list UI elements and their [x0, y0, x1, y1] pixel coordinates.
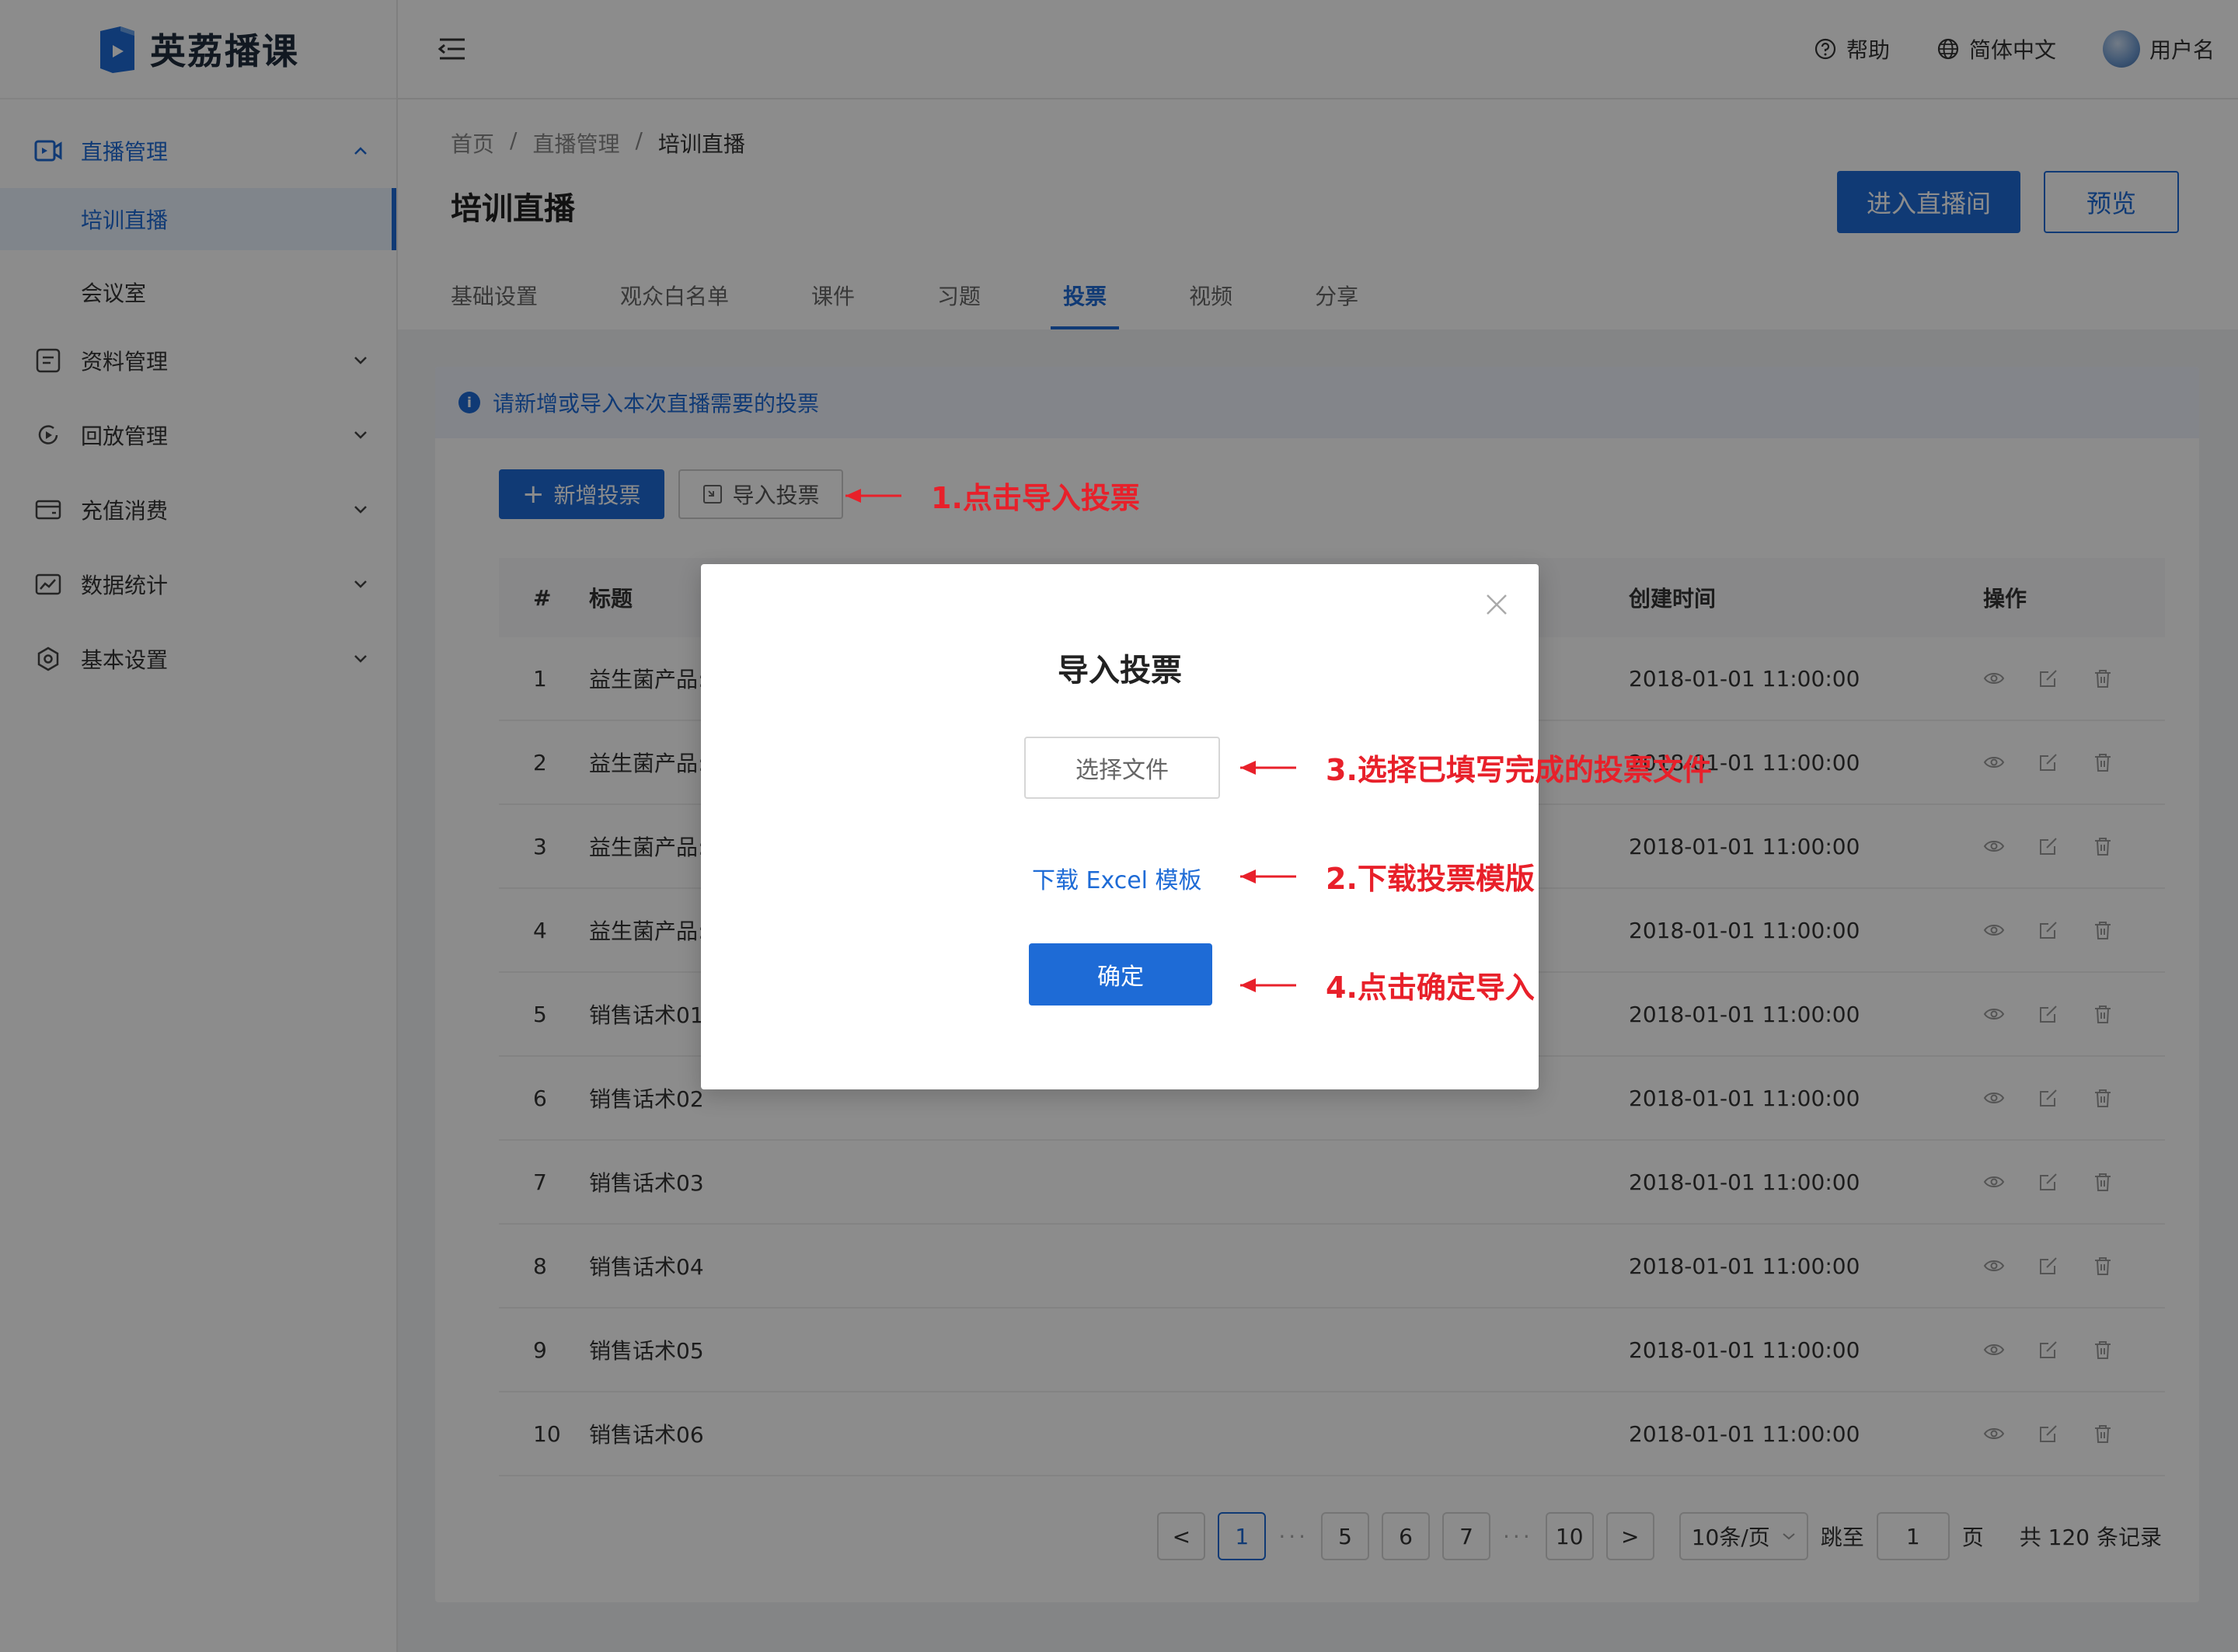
arrow-left-icon [1240, 978, 1296, 992]
annotation-step1-text: 1.点击导入投票 [931, 481, 1140, 515]
annotation-step2-text: 2.下载投票模版 [1326, 862, 1535, 896]
annotation-step1: 1.点击导入投票 [844, 474, 1140, 517]
modal-title: 导入投票 [1058, 653, 1182, 688]
confirm-button[interactable]: 确定 [1029, 943, 1212, 1005]
arrow-left-icon [1240, 760, 1296, 775]
annotation-step3-text: 3.选择已填写完成的投票文件 [1326, 753, 1712, 787]
annotation-step4-text: 4.点击确定导入 [1326, 971, 1535, 1005]
annotation-step2: 2.下载投票模版 [1239, 855, 1535, 897]
close-icon[interactable] [1483, 591, 1511, 619]
arrow-left-icon [845, 488, 901, 503]
download-template-link[interactable]: 下载 Excel 模板 [1032, 861, 1202, 895]
annotation-step3: 3.选择已填写完成的投票文件 [1239, 746, 1712, 789]
import-vote-modal: 导入投票 选择文件 下载 Excel 模板 确定 [701, 564, 1539, 1089]
arrow-left-icon [1240, 869, 1296, 884]
choose-file-button[interactable]: 选择文件 [1024, 737, 1220, 799]
annotation-step4: 4.点击确定导入 [1239, 964, 1535, 1006]
